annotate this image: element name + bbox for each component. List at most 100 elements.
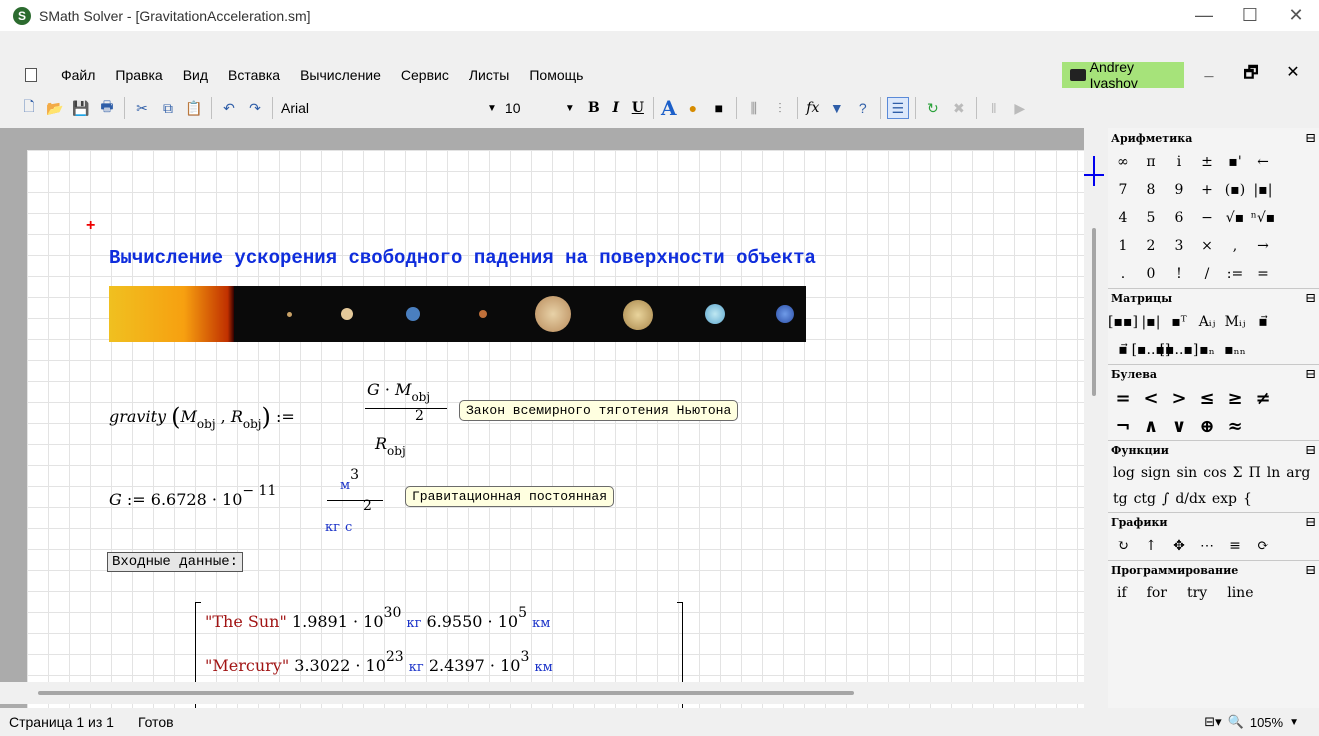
matrix-row-sun[interactable]: "The Sun" 1.9891 · 1030 кг 6.9550 · 105 … (205, 605, 550, 631)
user-account-badge[interactable]: Andrey Ivashov (1062, 59, 1184, 91)
palette-button[interactable]: ⋯ (1193, 532, 1221, 560)
gravity-function-definition[interactable]: gravity (Mobj , Robj) := (109, 400, 295, 431)
palette-button[interactable]: 9 (1165, 176, 1193, 204)
collapse-icon[interactable]: ⊟ (1305, 515, 1316, 530)
font-name-select[interactable]: Arial (277, 97, 487, 119)
palette-button[interactable]: 5 (1137, 204, 1165, 232)
palette-button[interactable]: ← (1249, 148, 1277, 176)
palette-button[interactable]: ⊕ (1193, 412, 1221, 440)
menu-sheets[interactable]: Листы (469, 67, 509, 83)
palette-button[interactable]: ! (1165, 260, 1193, 288)
vertical-scroll-thumb[interactable] (1092, 228, 1096, 396)
help-icon[interactable]: ? (852, 97, 874, 119)
palette-button[interactable]: (▪) (1221, 176, 1249, 204)
palette-button[interactable]: ▪ₙ (1193, 336, 1221, 364)
collapse-icon[interactable]: ⊟ (1305, 443, 1316, 458)
palette-button[interactable]: log (1110, 460, 1138, 486)
palette-button[interactable]: ↑ (1137, 532, 1165, 560)
maximize-button[interactable]: ☐ (1227, 0, 1273, 31)
stop-icon[interactable]: ✖ (948, 97, 970, 119)
gravitational-constant-definition[interactable]: G := 6.6728 · 10− 11 (109, 483, 276, 509)
palette-button[interactable]: 6 (1165, 204, 1193, 232)
paste-icon[interactable]: 📋 (183, 97, 205, 119)
filter-icon[interactable]: ▼ (826, 97, 848, 119)
background-color-icon[interactable]: ● (682, 97, 704, 119)
close-button[interactable]: ✕ (1273, 0, 1319, 31)
undo-icon[interactable]: ↶ (218, 97, 240, 119)
palette-button[interactable]: → (1249, 232, 1277, 260)
palette-button[interactable]: d/dx (1172, 486, 1209, 512)
cut-icon[interactable]: ✂ (131, 97, 153, 119)
palette-button[interactable]: ∧ (1137, 412, 1165, 440)
input-data-label[interactable]: Входные данные: (107, 552, 244, 572)
palette-button[interactable]: ≤ (1193, 384, 1221, 412)
palette-functions-header[interactable]: Функции ⊟ (1108, 440, 1319, 460)
palette-button[interactable]: × (1193, 232, 1221, 260)
zoom-level[interactable]: 105% (1250, 715, 1283, 730)
font-name-dropdown-icon[interactable]: ▼ (487, 103, 497, 114)
zoom-dropdown-icon[interactable]: ▼ (1289, 717, 1299, 728)
palette-button[interactable]: 1 (1109, 232, 1137, 260)
palette-button[interactable]: = (1109, 384, 1137, 412)
calculate-icon[interactable]: ↻ (922, 97, 944, 119)
palette-button[interactable]: sin (1174, 460, 1201, 486)
palette-button[interactable]: √▪ (1221, 204, 1249, 232)
menu-edit[interactable]: Правка (115, 67, 162, 83)
document-icon[interactable] (25, 68, 37, 82)
border-icon[interactable]: ■ (708, 97, 730, 119)
horizontal-scroll-thumb[interactable] (38, 691, 854, 695)
document-restore-button[interactable]: 🗗 (1230, 62, 1272, 89)
palette-button[interactable]: − (1193, 204, 1221, 232)
zoom-control[interactable]: ⊟▾ 🔍 105% ▼ (1204, 714, 1299, 730)
font-size-dropdown-icon[interactable]: ▼ (565, 103, 575, 114)
palette-arithmetic-header[interactable]: Арифметика ⊟ (1108, 128, 1319, 148)
panel-toggle-icon[interactable]: ☰ (886, 97, 909, 119)
page-layout-icon[interactable]: ⊟▾ (1204, 714, 1221, 730)
newton-law-comment[interactable]: Закон всемирного тяготения Ньютона (459, 400, 739, 421)
worksheet-page[interactable]: + Вычисление ускорения свободного падени… (27, 150, 1084, 708)
palette-button[interactable]: ↻ (1109, 532, 1137, 560)
document-close-button[interactable]: ✕ (1272, 62, 1314, 89)
document-minimize-button[interactable]: _ (1188, 62, 1230, 89)
palette-button[interactable]: ctg (1131, 486, 1159, 512)
text-color-button[interactable]: A (658, 96, 680, 120)
palette-button[interactable]: ∞ (1109, 148, 1137, 176)
italic-button[interactable]: I (605, 100, 627, 116)
palette-button[interactable]: ▪ₙₙ (1221, 336, 1249, 364)
palette-button[interactable]: [▪..▪] (1160, 336, 1199, 364)
palette-button[interactable]: 4 (1109, 204, 1137, 232)
palette-button[interactable]: ▪ᵀ (1165, 308, 1193, 336)
palette-button[interactable]: cos (1200, 460, 1229, 486)
palette-button[interactable]: 8 (1137, 176, 1165, 204)
palette-button[interactable]: ≥ (1221, 384, 1249, 412)
minimize-button[interactable]: — (1181, 0, 1227, 31)
sheet-heading[interactable]: Вычисление ускорения свободного падения … (109, 247, 816, 269)
palette-button[interactable]: sign (1138, 460, 1174, 486)
palette-button[interactable]: exp (1209, 486, 1240, 512)
palette-button[interactable]: ln (1264, 460, 1284, 486)
play-icon[interactable]: ▶ (1009, 97, 1031, 119)
palette-button[interactable]: tg (1110, 486, 1131, 512)
palette-button[interactable]: |▪| (1249, 176, 1277, 204)
palette-boolean-header[interactable]: Булева ⊟ (1108, 364, 1319, 384)
collapse-icon[interactable]: ⊟ (1305, 563, 1316, 578)
print-icon[interactable]: 🖶 (96, 97, 118, 119)
palette-button[interactable]: + (1193, 176, 1221, 204)
menu-file[interactable]: Файл (61, 67, 95, 83)
gravitational-constant-comment[interactable]: Гравитационная постоянная (405, 486, 615, 507)
underline-button[interactable]: U (627, 100, 649, 116)
align-rows-icon[interactable]: ⫶ (769, 97, 791, 119)
palette-button[interactable]: Σ (1230, 460, 1246, 486)
palette-button[interactable]: 7 (1109, 176, 1137, 204)
palette-button[interactable]: line (1224, 580, 1256, 606)
palette-button[interactable]: arg (1283, 460, 1313, 486)
palette-button[interactable]: ∫ (1159, 486, 1172, 512)
bold-button[interactable]: B (583, 100, 605, 116)
horizontal-scrollbar[interactable] (0, 682, 1084, 704)
matrix-row-mercury[interactable]: "Mercury" 3.3022 · 1023 кг 2.4397 · 103 … (205, 649, 553, 675)
palette-button[interactable]: . (1109, 260, 1137, 288)
palette-button[interactable]: if (1114, 580, 1130, 606)
palette-button[interactable]: Π (1246, 460, 1264, 486)
palette-button[interactable]: { (1240, 486, 1255, 512)
menu-insert[interactable]: Вставка (228, 67, 280, 83)
